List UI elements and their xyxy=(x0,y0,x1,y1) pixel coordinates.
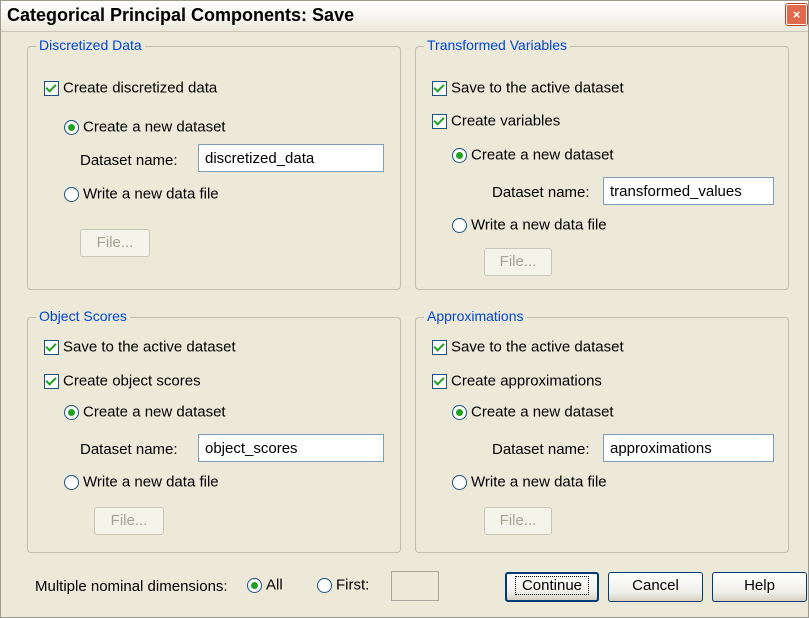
close-icon[interactable]: × xyxy=(785,3,808,26)
object-scores-write-file-radio[interactable]: Write a new data file xyxy=(64,473,219,495)
discretized-data-group: Discretized Data Create discretized data… xyxy=(27,37,401,290)
transformed-write-file-radio[interactable]: Write a new data file xyxy=(452,216,607,238)
discretized-file-button[interactable]: File... xyxy=(80,229,150,257)
approximations-dataset-name-label: Dataset name: xyxy=(492,441,590,458)
discretized-data-title: Discretized Data xyxy=(36,37,145,53)
checkbox-checked-icon xyxy=(432,80,447,96)
discretized-new-dataset-radio[interactable]: Create a new dataset xyxy=(64,118,226,140)
approximations-group: Approximations Save to the active datase… xyxy=(415,308,789,553)
object-scores-dataset-name-input[interactable]: object_scores xyxy=(198,434,384,462)
checkbox-checked-icon xyxy=(44,339,59,355)
save-dialog: Categorical Principal Components: Save ×… xyxy=(0,0,809,618)
radio-unselected-icon xyxy=(317,577,332,593)
radio-selected-icon xyxy=(452,147,467,163)
transformed-dataset-name-label: Dataset name: xyxy=(492,184,590,201)
help-button[interactable]: Help xyxy=(712,572,807,602)
radio-selected-icon xyxy=(452,404,467,420)
radio-unselected-icon xyxy=(64,186,79,202)
cancel-button[interactable]: Cancel xyxy=(608,572,703,602)
first-dimensions-input[interactable] xyxy=(391,571,439,601)
approximations-title: Approximations xyxy=(424,308,527,324)
approximations-save-active-checkbox[interactable]: Save to the active dataset xyxy=(432,338,624,360)
create-variables-checkbox[interactable]: Create variables xyxy=(432,112,560,134)
checkbox-checked-icon xyxy=(44,80,59,96)
transformed-save-active-checkbox[interactable]: Save to the active dataset xyxy=(432,79,624,101)
object-scores-dataset-name-label: Dataset name: xyxy=(80,441,178,458)
first-dimensions-radio[interactable]: First: xyxy=(317,576,369,598)
create-discretized-checkbox[interactable]: Create discretized data xyxy=(44,79,217,101)
discretized-dataset-name-label: Dataset name: xyxy=(80,152,178,169)
all-dimensions-radio[interactable]: All xyxy=(247,576,283,598)
radio-unselected-icon xyxy=(452,217,467,233)
multiple-nominal-label: Multiple nominal dimensions: xyxy=(35,578,228,595)
approximations-new-dataset-radio[interactable]: Create a new dataset xyxy=(452,403,614,425)
title-bar: Categorical Principal Components: Save × xyxy=(1,1,808,32)
create-object-scores-checkbox[interactable]: Create object scores xyxy=(44,372,201,394)
create-approximations-checkbox[interactable]: Create approximations xyxy=(432,372,602,394)
radio-selected-icon xyxy=(247,577,262,593)
checkbox-checked-icon xyxy=(432,113,447,129)
continue-button[interactable]: Continue xyxy=(505,572,599,602)
discretized-dataset-name-input[interactable]: discretized_data xyxy=(198,144,384,172)
object-scores-save-active-checkbox[interactable]: Save to the active dataset xyxy=(44,338,236,360)
checkbox-checked-icon xyxy=(44,373,59,389)
approximations-write-file-radio[interactable]: Write a new data file xyxy=(452,473,607,495)
transformed-variables-group: Transformed Variables Save to the active… xyxy=(415,37,789,290)
radio-unselected-icon xyxy=(64,474,79,490)
transformed-new-dataset-radio[interactable]: Create a new dataset xyxy=(452,146,614,168)
approximations-dataset-name-input[interactable]: approximations xyxy=(603,434,774,462)
radio-unselected-icon xyxy=(452,474,467,490)
continue-button-label: Continue xyxy=(514,576,590,595)
object-scores-new-dataset-radio[interactable]: Create a new dataset xyxy=(64,403,226,425)
discretized-write-file-radio[interactable]: Write a new data file xyxy=(64,185,219,207)
transformed-file-button[interactable]: File... xyxy=(484,248,552,276)
radio-selected-icon xyxy=(64,119,79,135)
transformed-dataset-name-input[interactable]: transformed_values xyxy=(603,177,774,205)
object-scores-file-button[interactable]: File... xyxy=(94,507,164,535)
checkbox-checked-icon xyxy=(432,373,447,389)
checkbox-checked-icon xyxy=(432,339,447,355)
radio-selected-icon xyxy=(64,404,79,420)
object-scores-group: Object Scores Save to the active dataset… xyxy=(27,308,401,553)
approximations-file-button[interactable]: File... xyxy=(484,507,552,535)
transformed-variables-title: Transformed Variables xyxy=(424,37,571,53)
object-scores-title: Object Scores xyxy=(36,308,130,324)
dialog-title: Categorical Principal Components: Save xyxy=(7,5,355,25)
